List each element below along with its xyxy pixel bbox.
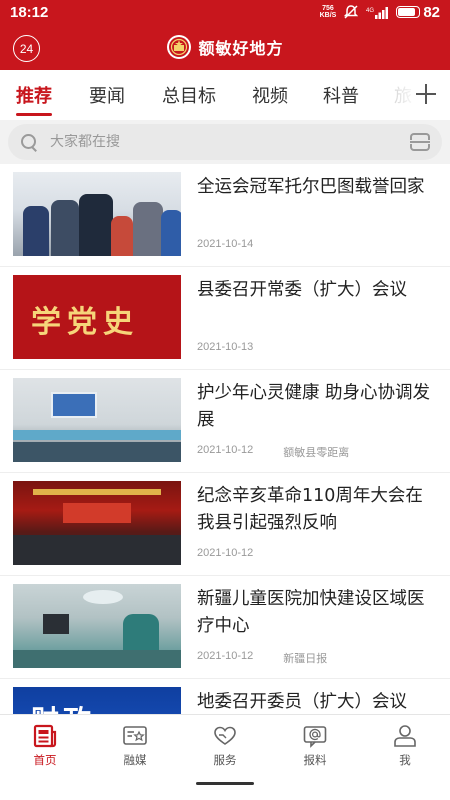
news-thumbnail bbox=[13, 172, 181, 256]
app-title: 额敏好地方 bbox=[198, 39, 284, 58]
add-channel-icon[interactable] bbox=[414, 82, 438, 106]
app-header: 24 额敏好地方 bbox=[0, 24, 450, 70]
news-meta: 2021-10-13 bbox=[197, 341, 253, 353]
tab-headlines[interactable]: 要闻 bbox=[89, 70, 125, 120]
news-date: 2021-10-12 bbox=[197, 547, 254, 559]
news-date: 2021-10-12 bbox=[197, 650, 254, 662]
news-meta: 2021-10-12 新疆日报 bbox=[197, 650, 327, 666]
at-message-icon bbox=[303, 726, 327, 748]
news-date: 2021-10-12 bbox=[197, 444, 254, 456]
status-bar: 18:12 756 KB/S 4G 82 bbox=[0, 0, 450, 24]
nav-report[interactable]: 报料 bbox=[270, 715, 360, 800]
news-title: 全运会冠军托尔巴图载誉回家 bbox=[197, 177, 425, 197]
news-body: 纪念辛亥革命110周年大会在我县引起强烈反响 2021-10-12 bbox=[197, 481, 436, 575]
network-speed: 756 KB/S bbox=[319, 5, 337, 19]
search-input[interactable] bbox=[50, 134, 410, 150]
news-title: 地委召开委员（扩大）会议 bbox=[197, 692, 407, 712]
news-item[interactable]: 全运会冠军托尔巴图载誉回家 2021-10-14 bbox=[0, 164, 450, 267]
news-meta: 2021-10-12 额敏县零距离 bbox=[197, 444, 349, 460]
news-item[interactable]: 纪念辛亥革命110周年大会在我县引起强烈反响 2021-10-12 bbox=[0, 473, 450, 576]
person-icon bbox=[394, 725, 416, 747]
tab-goals[interactable]: 总目标 bbox=[162, 70, 216, 120]
news-item[interactable]: 新疆儿童医院加快建设区域医疗中心 2021-10-12 新疆日报 bbox=[0, 576, 450, 679]
nav-service[interactable]: 服务 bbox=[180, 715, 270, 800]
news-body: 县委召开常委（扩大）会议 2021-10-13 bbox=[197, 275, 436, 369]
thumbnail-banner-text: 学党史 bbox=[31, 305, 139, 340]
news-meta: 2021-10-12 bbox=[197, 547, 253, 559]
news-item[interactable]: 护少年心灵健康 助身心协调发展 2021-10-12 额敏县零距离 bbox=[0, 370, 450, 473]
nav-home[interactable]: 首页 bbox=[0, 715, 90, 800]
news-title: 新疆儿童医院加快建设区域医疗中心 bbox=[197, 589, 425, 636]
news-meta: 2021-10-14 bbox=[197, 238, 253, 250]
news-list: 全运会冠军托尔巴图载誉回家 2021-10-14 学党史 县委召开常委（扩大）会… bbox=[0, 164, 450, 714]
news-item[interactable]: 财政 地委召开委员（扩大）会议 bbox=[0, 679, 450, 714]
nav-me[interactable]: 我 bbox=[360, 715, 450, 800]
tab-science[interactable]: 科普 bbox=[323, 70, 359, 120]
thumbnail-banner-text: 财政 bbox=[31, 699, 95, 714]
news-body: 全运会冠军托尔巴图载誉回家 2021-10-14 bbox=[197, 172, 436, 266]
status-icons: 756 KB/S 4G 82 bbox=[320, 4, 440, 21]
news-thumbnail: 学党史 bbox=[13, 275, 181, 359]
nav-label: 首页 bbox=[33, 753, 57, 767]
search-bar[interactable] bbox=[8, 124, 442, 160]
news-thumbnail bbox=[13, 584, 181, 668]
emblem-icon bbox=[167, 35, 192, 59]
news-thumbnail bbox=[13, 378, 181, 462]
nav-label: 报料 bbox=[303, 753, 327, 767]
nav-label: 我 bbox=[399, 753, 411, 767]
battery-level: 82 bbox=[423, 3, 440, 21]
header-brand: 额敏好地方 bbox=[166, 34, 283, 60]
news-date: 2021-10-13 bbox=[197, 341, 254, 353]
news-source: 新疆日报 bbox=[283, 652, 328, 665]
tab-recommend[interactable]: 推荐 bbox=[16, 70, 52, 120]
status-time: 18:12 bbox=[10, 3, 49, 21]
news-title: 护少年心灵健康 助身心协调发展 bbox=[197, 383, 431, 430]
tab-video[interactable]: 视频 bbox=[252, 70, 288, 120]
heart-hands-icon bbox=[214, 726, 236, 745]
search-icon bbox=[20, 133, 38, 151]
newspaper-icon bbox=[33, 724, 57, 748]
news-thumbnail: 财政 bbox=[13, 687, 181, 714]
scan-icon[interactable] bbox=[410, 133, 430, 151]
battery-indicator: 82 bbox=[396, 4, 440, 21]
bottom-nav: 首页 融媒 服务 报料 我 bbox=[0, 714, 450, 800]
search-area bbox=[0, 120, 450, 164]
nav-label: 融媒 bbox=[123, 753, 147, 767]
nav-label: 服务 bbox=[213, 753, 237, 767]
signal-icon: 4G bbox=[366, 6, 389, 19]
news-item[interactable]: 学党史 县委召开常委（扩大）会议 2021-10-13 bbox=[0, 267, 450, 370]
svg-text:4G: 4G bbox=[366, 8, 374, 14]
news-body: 新疆儿童医院加快建设区域医疗中心 2021-10-12 新疆日报 bbox=[197, 584, 436, 678]
news-title: 县委召开常委（扩大）会议 bbox=[197, 280, 407, 300]
news-body: 地委召开委员（扩大）会议 bbox=[197, 687, 436, 714]
hours-24-icon[interactable]: 24 bbox=[13, 35, 40, 62]
news-title: 纪念辛亥革命110周年大会在我县引起强烈反响 bbox=[197, 486, 423, 533]
news-body: 护少年心灵健康 助身心协调发展 2021-10-12 额敏县零距离 bbox=[197, 378, 436, 472]
battery-icon bbox=[396, 6, 421, 18]
home-indicator[interactable] bbox=[196, 782, 254, 785]
media-card-icon bbox=[123, 726, 147, 745]
news-thumbnail bbox=[13, 481, 181, 565]
nav-media[interactable]: 融媒 bbox=[90, 715, 180, 800]
news-date: 2021-10-14 bbox=[197, 238, 254, 250]
channel-tabs: 推荐 要闻 总目标 视频 科普 旅 bbox=[0, 70, 450, 120]
news-source: 额敏县零距离 bbox=[283, 446, 350, 459]
mute-icon bbox=[344, 5, 359, 19]
